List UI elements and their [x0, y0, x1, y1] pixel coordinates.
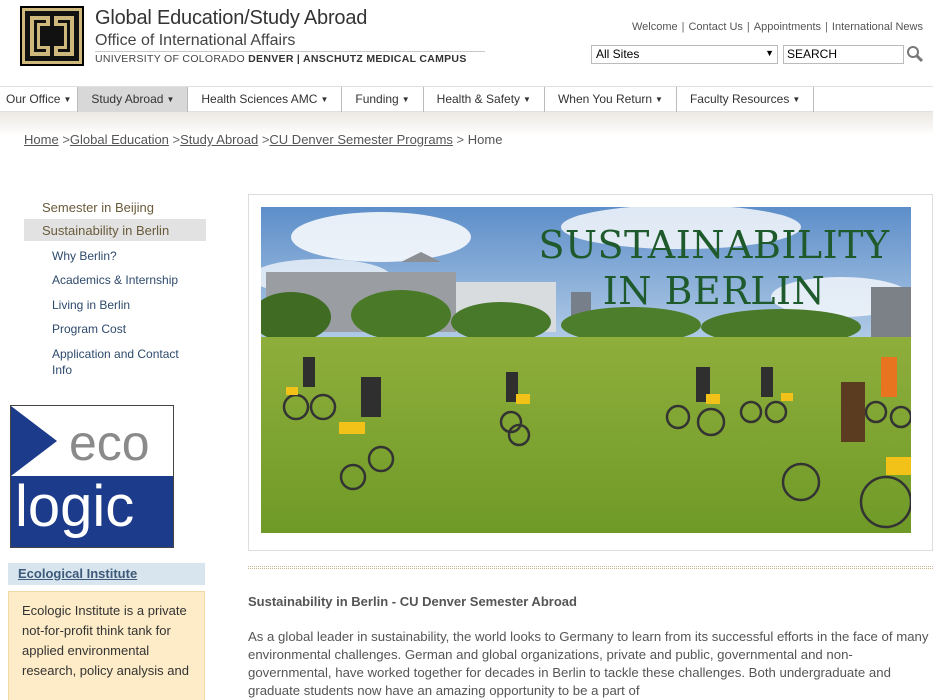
search-icon[interactable]: [906, 45, 924, 63]
sidebar-sub-why-berlin[interactable]: Why Berlin?: [52, 248, 117, 264]
nav-health-safety[interactable]: Health & Safety ▼: [424, 87, 545, 112]
international-news-link[interactable]: International News: [832, 21, 923, 33]
ecologic-logo[interactable]: eco logic: [10, 405, 174, 548]
search-input[interactable]: SEARCH: [783, 45, 904, 64]
sidebar-sub-program-cost[interactable]: Program Cost: [52, 321, 126, 337]
nav-health-sciences[interactable]: Health Sciences AMC ▼: [188, 87, 343, 112]
cu-logo[interactable]: [20, 6, 84, 66]
caret-down-icon: ▼: [401, 95, 410, 104]
chevron-down-icon: ▼: [765, 48, 774, 58]
caret-down-icon: ▼: [166, 95, 175, 104]
ecological-institute-description: Ecologic Institute is a private not-for-…: [8, 591, 205, 700]
sidebar-item-sustainability-berlin[interactable]: Sustainability in Berlin: [42, 223, 169, 238]
nav-label: Study Abroad: [91, 92, 164, 106]
campus-bold: DENVER | ANSCHUTZ MEDICAL CAMPUS: [248, 53, 467, 65]
triangle-icon: [11, 406, 57, 476]
breadcrumb-link[interactable]: Home: [24, 132, 59, 147]
util-separator: |: [746, 21, 750, 33]
appointments-link[interactable]: Appointments: [754, 21, 821, 33]
nav-when-you-return[interactable]: When You Return ▼: [545, 87, 677, 112]
content-title: Sustainability in Berlin - CU Denver Sem…: [248, 594, 577, 609]
hero-title-line1: SUSTAINABILITY: [538, 223, 890, 267]
caret-down-icon: ▼: [63, 95, 72, 104]
nav-label: Health Sciences AMC: [201, 92, 318, 106]
nav-label: Faculty Resources: [689, 92, 790, 106]
breadcrumb-link[interactable]: Global Education: [70, 132, 169, 147]
utility-links: Welcome | Contact Us | Appointments | Internat…: [632, 21, 923, 33]
nav-label: Funding: [355, 92, 399, 106]
section-divider: [248, 566, 933, 569]
breadcrumb: Home >Global Education >Study Abroad >CU…: [24, 132, 503, 147]
sidebar-sub-living[interactable]: Living in Berlin: [52, 297, 130, 313]
hero-title-line2: IN BERLIN: [602, 269, 826, 313]
hero-title: SUSTAINABILITY IN BERLIN: [534, 222, 894, 314]
site-subtitle: Office of International Affairs: [95, 32, 296, 49]
nav-study-abroad[interactable]: Study Abroad ▼: [78, 87, 189, 112]
campus-prefix: UNIVERSITY OF COLORADO: [95, 53, 245, 65]
search-scope-value: All Sites: [596, 47, 640, 61]
campus-name: UNIVERSITY OF COLORADO DENVER | ANSCHUTZ…: [95, 53, 467, 65]
caret-down-icon: ▼: [792, 95, 801, 104]
search-scope-select[interactable]: All Sites ▼: [591, 45, 778, 64]
ecologic-word-eco: eco: [69, 415, 150, 471]
content-body: As a global leader in sustainability, th…: [248, 629, 929, 698]
nav-label: Health & Safety: [436, 92, 521, 106]
nav-label: Our Office: [6, 92, 61, 106]
nav-our-office[interactable]: Our Office ▼: [0, 87, 79, 112]
caret-down-icon: ▼: [655, 95, 663, 104]
sidebar-sub-academics[interactable]: Academics & Internship: [52, 272, 178, 288]
site-header: Global Education/Study Abroad Office of …: [0, 0, 933, 86]
nav-funding[interactable]: Funding ▼: [342, 87, 424, 112]
ecologic-word-logic: logic: [15, 474, 135, 539]
util-separator: |: [825, 21, 828, 33]
util-separator: |: [681, 21, 685, 33]
breadcrumb-link[interactable]: CU Denver Semester Programs: [269, 132, 453, 147]
nav-faculty-resources[interactable]: Faculty Resources ▼: [677, 87, 815, 112]
brand-divider: [95, 51, 485, 52]
ecological-institute-link[interactable]: Ecological Institute: [18, 566, 137, 581]
sidebar-sub-application[interactable]: Application and Contact Info: [52, 346, 202, 378]
caret-down-icon: ▼: [320, 95, 329, 104]
site-title[interactable]: Global Education/Study Abroad: [95, 7, 367, 30]
sidebar-item-semester-beijing[interactable]: Semester in Beijing: [42, 200, 154, 215]
caret-down-icon: ▼: [523, 95, 531, 104]
nav-label: When You Return: [557, 92, 653, 106]
breadcrumb-link[interactable]: Study Abroad: [180, 132, 258, 147]
ecologic-logo-top: eco: [11, 406, 173, 476]
welcome-link[interactable]: Welcome: [632, 21, 678, 33]
contact-us-link[interactable]: Contact Us: [688, 21, 742, 33]
breadcrumb-current: Home: [467, 132, 503, 147]
main-nav: Our Office ▼ Study Abroad ▼ Health Science…: [0, 86, 933, 112]
ecological-institute-header[interactable]: Ecological Institute: [8, 563, 205, 585]
